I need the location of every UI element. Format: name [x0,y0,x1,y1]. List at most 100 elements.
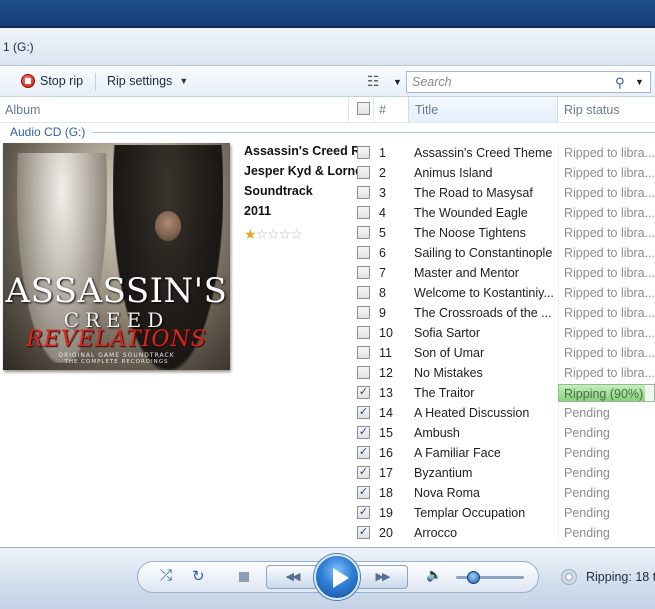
rip-status: Ripped to libra... [564,366,655,380]
stop-icon[interactable] [239,572,249,582]
track-title[interactable]: Animus Island [414,166,554,180]
play-button[interactable] [314,554,360,600]
track-row[interactable]: 4 The Wounded Eagle Ripped to libra... [357,203,655,223]
column-album[interactable]: Album [5,103,40,117]
track-checkbox[interactable] [357,206,370,219]
track-row[interactable]: 10 Sofia Sartor Ripped to libra... [357,323,655,343]
column-divider[interactable] [348,97,349,122]
track-title[interactable]: Arrocco [414,526,554,540]
previous-button[interactable]: ◀◀ [266,565,318,589]
track-row[interactable]: 12 No Mistakes Ripped to libra... [357,363,655,383]
chevron-down-icon[interactable]: ▼ [635,77,644,87]
star-icon[interactable]: ☆ [279,226,292,242]
track-row[interactable]: ✓ 20 Arrocco Pending [357,523,655,543]
track-checkbox[interactable] [357,186,370,199]
track-title[interactable]: The Wounded Eagle [414,206,554,220]
track-title[interactable]: The Traitor [414,386,554,400]
track-row[interactable]: ✓ 18 Nova Roma Pending [357,483,655,503]
star-icon[interactable]: ☆ [290,226,303,242]
track-title[interactable]: Byzantium [414,466,554,480]
track-title[interactable]: No Mistakes [414,366,554,380]
track-row[interactable]: 11 Son of Umar Ripped to libra... [357,343,655,363]
track-title[interactable]: Sailing to Constantinople [414,246,554,260]
track-title[interactable]: Sofia Sartor [414,326,554,340]
track-checkbox[interactable] [357,166,370,179]
search-icon[interactable]: ⚲ [615,75,625,91]
track-title[interactable]: Nova Roma [414,486,554,500]
track-row[interactable]: 6 Sailing to Constantinople Ripped to libr… [357,243,655,263]
column-number[interactable]: # [379,103,386,117]
track-row[interactable]: 5 The Noose Tightens Ripped to libra... [357,223,655,243]
view-options-icon[interactable]: ☷ [367,73,380,90]
album-year[interactable]: 2011 [244,204,358,218]
track-checkbox[interactable] [357,146,370,159]
chevron-down-icon[interactable]: ▼ [393,77,402,87]
track-checkbox[interactable]: ✓ [357,486,370,499]
track-title[interactable]: Assassin's Creed Theme [414,146,554,160]
album-genre[interactable]: Soundtrack [244,184,358,198]
track-checkbox[interactable]: ✓ [357,466,370,479]
shuffle-icon[interactable]: ⤮ [160,567,172,584]
group-header[interactable]: Audio CD (G:) [10,125,85,139]
track-title[interactable]: Welcome to Kostantiniy... [414,286,554,300]
track-checkbox[interactable]: ✓ [357,406,370,419]
track-title[interactable]: Master and Mentor [414,266,554,280]
stop-rip-button[interactable]: Stop rip [21,74,83,88]
track-checkbox[interactable] [357,306,370,319]
track-row[interactable]: 3 The Road to Masysaf Ripped to libra... [357,183,655,203]
track-checkbox[interactable] [357,226,370,239]
track-row[interactable]: ✓ 14 A Heated Discussion Pending [357,403,655,423]
column-rip-status[interactable]: Rip status [564,103,620,117]
track-checkbox[interactable] [357,286,370,299]
track-checkbox[interactable]: ✓ [357,506,370,519]
album-artist[interactable]: Jesper Kyd & Lorne... [244,164,358,178]
rip-status: Pending [564,506,610,520]
track-checkbox[interactable] [357,366,370,379]
star-rating[interactable]: ★☆☆☆☆ [244,226,303,243]
track-row[interactable]: ✓ 13 The Traitor Ripping (90%) [357,383,655,403]
track-row[interactable]: 1 Assassin's Creed Theme Ripped to libra..… [357,143,655,163]
track-row[interactable]: 8 Welcome to Kostantiniy... Ripped to libr… [357,283,655,303]
track-checkbox[interactable]: ✓ [357,446,370,459]
track-row[interactable]: ✓ 19 Templar Occupation Pending [357,503,655,523]
breadcrumb[interactable]: 1 (G:) [3,40,34,54]
track-title[interactable]: The Noose Tightens [414,226,554,240]
track-checkbox[interactable] [357,326,370,339]
track-row[interactable]: ✓ 16 A Familiar Face Pending [357,443,655,463]
rip-status: Pending [564,406,610,420]
track-row[interactable]: 9 The Crossroads of the ... Ripped to libr… [357,303,655,323]
star-icon[interactable]: ☆ [256,226,269,242]
track-row[interactable]: ✓ 15 Ambush Pending [357,423,655,443]
toolbar-separator [95,73,96,91]
track-checkbox[interactable]: ✓ [357,526,370,539]
track-title[interactable]: Templar Occupation [414,506,554,520]
track-title[interactable]: Son of Umar [414,346,554,360]
next-button[interactable]: ▶▶ [356,565,408,589]
rip-settings-button[interactable]: Rip settings ▼ [107,74,188,88]
column-divider[interactable] [373,97,374,122]
track-title[interactable]: Ambush [414,426,554,440]
column-title[interactable]: Title [415,103,438,117]
track-checkbox[interactable] [357,346,370,359]
star-icon[interactable]: ★ [244,226,257,242]
volume-slider-thumb[interactable] [467,571,480,584]
volume-icon[interactable]: 🔈 [426,567,442,583]
album-title[interactable]: Assassin's Creed Re... [244,144,358,158]
album-art[interactable]: ASSASSIN'S CREED REVELATIONS ORIGINAL GA… [3,143,230,370]
track-checkbox[interactable] [357,266,370,279]
track-checkbox[interactable] [357,246,370,259]
select-all-checkbox[interactable] [357,102,370,115]
track-number: 9 [379,306,386,320]
track-row[interactable]: 7 Master and Mentor Ripped to libra... [357,263,655,283]
search-input[interactable]: Search ⚲ ▼ [406,71,651,93]
track-title[interactable]: The Road to Masysaf [414,186,554,200]
track-checkbox[interactable]: ✓ [357,386,370,399]
track-row[interactable]: ✓ 17 Byzantium Pending [357,463,655,483]
repeat-icon[interactable]: ↻ [192,567,205,585]
track-title[interactable]: A Heated Discussion [414,406,554,420]
track-checkbox[interactable]: ✓ [357,426,370,439]
star-icon[interactable]: ☆ [267,226,280,242]
track-row[interactable]: 2 Animus Island Ripped to libra... [357,163,655,183]
track-title[interactable]: The Crossroads of the ... [414,306,554,320]
track-title[interactable]: A Familiar Face [414,446,554,460]
